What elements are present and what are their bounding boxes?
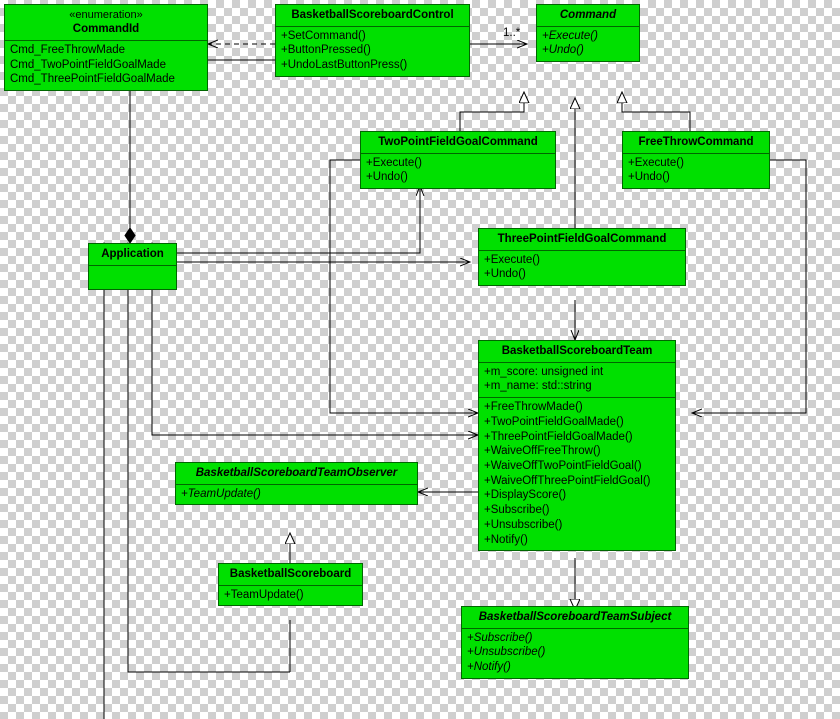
multiplicity-label: 1..* <box>503 27 521 39</box>
uml-operations: +TeamUpdate() <box>219 586 362 606</box>
uml-operations: +Execute() +Undo() <box>479 251 685 285</box>
uml-class-command-id[interactable]: «enumeration» CommandId Cmd_FreeThrowMad… <box>4 4 208 91</box>
uml-class-header: BasketballScoreboardTeamObserver <box>176 463 417 484</box>
uml-operation: +SetCommand() <box>281 29 366 42</box>
uml-class-header: FreeThrowCommand <box>623 132 769 153</box>
uml-operation: +TwoPointFieldGoalMade() <box>484 415 624 428</box>
uml-operation: +Notify() <box>467 661 511 674</box>
uml-attribute: Cmd_ThreePointFieldGoalMade <box>10 73 175 86</box>
uml-attributes: +m_score: unsigned int +m_name: std::str… <box>479 363 675 397</box>
uml-operation: +TeamUpdate() <box>181 487 261 500</box>
uml-operation: +Subscribe() <box>484 504 550 517</box>
uml-operation: +Undo() <box>366 171 408 184</box>
uml-operation: +Unsubscribe() <box>467 646 546 659</box>
uml-class-basketball-scoreboard[interactable]: BasketballScoreboard +TeamUpdate() <box>218 563 363 607</box>
uml-operation: +Execute() <box>542 29 598 42</box>
uml-class-three-point-field-goal-command[interactable]: ThreePointFieldGoalCommand +Execute() +U… <box>478 228 686 287</box>
uml-operation: +Notify() <box>484 533 528 546</box>
uml-class-name: BasketballScoreboardTeam <box>501 345 653 357</box>
uml-attribute: +m_score: unsigned int <box>484 365 604 378</box>
uml-operation: +ThreePointFieldGoalMade() <box>484 430 633 443</box>
uml-operation: +Execute() <box>628 156 684 169</box>
uml-operation: +Execute() <box>484 253 540 266</box>
uml-class-header: BasketballScoreboard <box>219 564 362 585</box>
uml-attribute: Cmd_TwoPointFieldGoalMade <box>10 58 166 71</box>
uml-class-name: BasketballScoreboardControl <box>291 9 454 21</box>
uml-operation: +Undo() <box>628 171 670 184</box>
uml-class-name: TwoPointFieldGoalCommand <box>378 136 538 148</box>
uml-operation: +WaiveOffFreeThrow() <box>484 445 601 458</box>
uml-class-header: Application <box>89 244 176 265</box>
uml-class-header: BasketballScoreboardControl <box>276 5 469 26</box>
uml-operations: +SetCommand() +ButtonPressed() +UndoLast… <box>276 27 469 76</box>
uml-attribute: Cmd_FreeThrowMade <box>10 43 126 56</box>
uml-class-command[interactable]: Command +Execute() +Undo() <box>536 4 640 63</box>
uml-class-free-throw-command[interactable]: FreeThrowCommand +Execute() +Undo() <box>622 131 770 190</box>
uml-class-name: BasketballScoreboard <box>229 568 352 580</box>
uml-attributes: Cmd_FreeThrowMade Cmd_TwoPointFieldGoalM… <box>5 41 207 90</box>
uml-attribute: +m_name: std::string <box>484 380 592 393</box>
uml-operations: +FreeThrowMade() +TwoPointFieldGoalMade(… <box>479 398 675 550</box>
uml-operation: +UndoLastButtonPress() <box>281 59 408 72</box>
uml-operations: +Subscribe() +Unsubscribe() +Notify() <box>462 629 688 678</box>
uml-class-basketball-scoreboard-team[interactable]: BasketballScoreboardTeam +m_score: unsig… <box>478 340 676 552</box>
uml-operation: +ButtonPressed() <box>281 44 371 57</box>
uml-class-header: «enumeration» CommandId <box>5 5 207 40</box>
uml-class-name: ThreePointFieldGoalCommand <box>497 233 667 245</box>
uml-class-basketball-scoreboard-team-observer[interactable]: BasketballScoreboardTeamObserver +TeamUp… <box>175 462 418 506</box>
uml-class-header: BasketballScoreboardTeamSubject <box>462 607 688 628</box>
uml-operation: +WaiveOffTwoPointFieldGoal() <box>484 460 642 473</box>
uml-stereotype: «enumeration» <box>69 9 143 21</box>
uml-class-header: Command <box>537 5 639 26</box>
uml-operation: +Undo() <box>542 44 584 57</box>
uml-class-name: FreeThrowCommand <box>638 136 754 148</box>
uml-operation: +Unsubscribe() <box>484 518 563 531</box>
uml-operations: +TeamUpdate() <box>176 485 417 505</box>
uml-class-name: Command <box>559 9 617 21</box>
uml-operations: +Execute() +Undo() <box>537 27 639 61</box>
uml-class-header: ThreePointFieldGoalCommand <box>479 229 685 250</box>
uml-operation: +DisplayScore() <box>484 489 567 502</box>
uml-class-basketball-scoreboard-control[interactable]: BasketballScoreboardControl +SetCommand(… <box>275 4 470 77</box>
uml-class-basketball-scoreboard-team-subject[interactable]: BasketballScoreboardTeamSubject +Subscri… <box>461 606 689 679</box>
uml-operation: +Subscribe() <box>467 631 533 644</box>
uml-class-header: BasketballScoreboardTeam <box>479 341 675 362</box>
uml-class-name: Application <box>101 248 164 260</box>
uml-class-name: CommandId <box>72 23 140 36</box>
uml-class-application[interactable]: Application <box>88 243 177 290</box>
uml-operations <box>89 266 176 289</box>
uml-class-name: BasketballScoreboardTeamSubject <box>478 611 672 623</box>
uml-class-diagram: Command (association, open arrow) --> Co… <box>0 0 840 719</box>
uml-class-name: BasketballScoreboardTeamObserver <box>195 467 398 479</box>
uml-operations: +Execute() +Undo() <box>361 154 555 188</box>
uml-class-two-point-field-goal-command[interactable]: TwoPointFieldGoalCommand +Execute() +Und… <box>360 131 556 190</box>
uml-operation: +FreeThrowMade() <box>484 401 583 414</box>
uml-operation: +Undo() <box>484 268 526 281</box>
uml-operations: +Execute() +Undo() <box>623 154 769 188</box>
uml-operation: +WaiveOffThreePointFieldGoal() <box>484 474 651 487</box>
uml-operation: +Execute() <box>366 156 422 169</box>
uml-operation: +TeamUpdate() <box>224 588 304 601</box>
uml-class-header: TwoPointFieldGoalCommand <box>361 132 555 153</box>
relationship-edges: Command (association, open arrow) --> Co… <box>0 0 807 719</box>
